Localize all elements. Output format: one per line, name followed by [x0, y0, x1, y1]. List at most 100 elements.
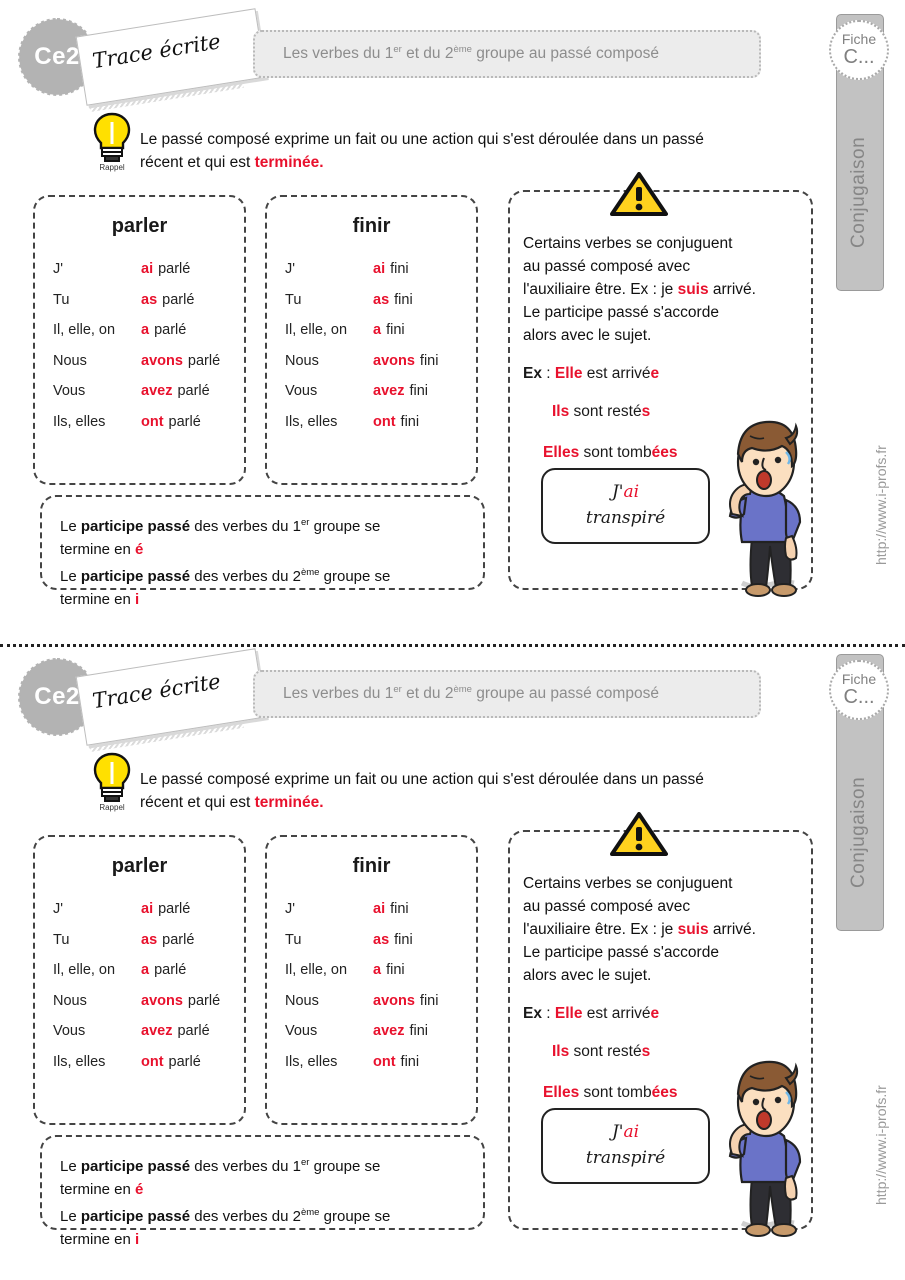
- website-url: http://www.i-profs.fr: [873, 445, 889, 565]
- conjugation-list: J' ai parlé Tu as parlé Il, elle, on a parlé N…: [35, 254, 244, 437]
- participle: parlé: [154, 962, 187, 978]
- conjugation-row: Il, elle, on a fini: [285, 315, 476, 346]
- trace-ecrite-label: Trace écrite: [90, 669, 223, 714]
- auxiliary: ont: [141, 413, 164, 430]
- auxiliary: as: [141, 291, 158, 308]
- participle-rule-text: Le participe passé des verbes du 1er gro…: [60, 1157, 391, 1248]
- pronoun: Vous: [53, 1023, 86, 1039]
- auxiliary: avez: [373, 383, 405, 399]
- pronoun: Ils, elles: [285, 413, 338, 430]
- rappel-line2-highlight: terminée.: [254, 794, 324, 811]
- worksheet-page: Ce2 Trace écrite Les verbes du 1er et du…: [0, 0, 905, 1280]
- rappel-line2-prefix: récent et qui est: [140, 794, 255, 811]
- pronoun: Nous: [53, 352, 87, 369]
- website-url: http://www.i-profs.fr: [873, 1085, 889, 1205]
- page-title: Les verbes du 1er et du 2ème groupe au p…: [283, 44, 659, 63]
- verb-infinitive: finir: [352, 855, 391, 877]
- participle: parlé: [187, 352, 221, 369]
- conjugation-row: Nous avons fini: [285, 346, 476, 377]
- warning-example-3: Elles sont tombées: [543, 1084, 678, 1101]
- conjugation-row: Ils, elles ont fini: [285, 407, 476, 438]
- verb-infinitive: finir: [352, 215, 391, 237]
- pronoun: Tu: [285, 931, 302, 948]
- auxiliary: a: [373, 322, 382, 338]
- conjugation-row: Nous avons parlé: [53, 346, 244, 377]
- verb-table-finir: finir J' ai fini Tu as fini Il, elle, on a fin…: [265, 195, 478, 485]
- page-title: Les verbes du 1er et du 2ème groupe au p…: [283, 684, 659, 703]
- auxiliary: a: [141, 962, 150, 978]
- pronoun: J': [285, 901, 296, 917]
- warning-triangle-icon: [610, 172, 668, 216]
- conjugation-row: Tu as fini: [285, 925, 476, 956]
- participle: parlé: [154, 322, 187, 338]
- fiche-badge: Fiche C...: [829, 20, 889, 80]
- rappel-line1: Le passé composé exprime un fait ou une …: [140, 771, 704, 788]
- pronoun: Tu: [285, 291, 302, 308]
- conjugation-row: Nous avons fini: [285, 986, 476, 1017]
- speech-bubble-line2: transpiré: [585, 1148, 666, 1168]
- participle: fini: [390, 901, 409, 917]
- conjugation-row: J' ai fini: [285, 894, 476, 925]
- fiche-value: C...: [843, 686, 875, 708]
- conjugation-row: J' ai parlé: [53, 254, 244, 285]
- title-bar: Les verbes du 1er et du 2ème groupe au p…: [253, 670, 761, 718]
- participle-rule-text: Le participe passé des verbes du 1er gro…: [60, 517, 391, 608]
- pronoun: J': [285, 261, 296, 277]
- auxiliary: avons: [373, 992, 415, 1009]
- verb-infinitive: parler: [111, 215, 168, 237]
- auxiliary: ai: [141, 901, 154, 917]
- rappel-text: Le passé composé exprime un fait ou une …: [140, 768, 812, 814]
- conjugation-row: Ils, elles ont parlé: [53, 407, 244, 438]
- conjugation-row: Vous avez fini: [285, 376, 476, 407]
- conjugation-row: Il, elle, on a fini: [285, 955, 476, 986]
- pronoun: Tu: [53, 291, 70, 308]
- participle-rule-box: Le participe passé des verbes du 1er gro…: [40, 495, 485, 608]
- participle: fini: [400, 1053, 420, 1070]
- auxiliary: avez: [373, 1023, 405, 1039]
- subject-tab-label: Conjugaison: [848, 136, 869, 249]
- warning-example-1: Ex : Elle est arrivée: [523, 1005, 660, 1022]
- participle: parlé: [162, 291, 195, 308]
- speech-bubble-line1: J'ai: [611, 1122, 640, 1142]
- participle: fini: [390, 261, 409, 277]
- fiche-badge: Fiche C...: [829, 660, 889, 720]
- conjugation-row: Ils, elles ont fini: [285, 1047, 476, 1078]
- title-bar: Les verbes du 1er et du 2ème groupe au p…: [253, 30, 761, 78]
- participle: fini: [394, 291, 413, 308]
- pronoun: J': [53, 901, 64, 917]
- conjugation-row: Tu as fini: [285, 285, 476, 316]
- rappel-text: Le passé composé exprime un fait ou une …: [140, 128, 812, 174]
- conjugation-row: J' ai parlé: [53, 894, 244, 925]
- auxiliary: a: [141, 322, 150, 338]
- auxiliary: avons: [141, 352, 183, 369]
- participle: parlé: [162, 931, 195, 948]
- warning-example-3: Elles sont tombées: [543, 444, 678, 461]
- participle: fini: [386, 962, 405, 978]
- fiche-value: C...: [843, 46, 875, 68]
- participle: parlé: [187, 992, 221, 1009]
- participle: fini: [394, 931, 413, 948]
- pronoun: Nous: [53, 992, 87, 1009]
- conjugation-row: Il, elle, on a parlé: [53, 315, 244, 346]
- pronoun: Il, elle, on: [53, 322, 116, 338]
- trace-ecrite-card: Trace écrite: [75, 648, 267, 746]
- participle: fini: [419, 992, 439, 1009]
- pronoun: Ils, elles: [285, 1053, 338, 1070]
- auxiliary: as: [141, 931, 158, 948]
- boy-illustration: [700, 1058, 820, 1238]
- auxiliary: avez: [141, 383, 173, 399]
- conjugation-row: Vous avez parlé: [53, 1016, 244, 1047]
- participle: fini: [409, 1023, 428, 1039]
- pronoun: Il, elle, on: [53, 962, 116, 978]
- pronoun: J': [53, 261, 64, 277]
- pronoun: Vous: [285, 383, 318, 399]
- conjugation-row: Nous avons parlé: [53, 986, 244, 1017]
- auxiliary: a: [373, 962, 382, 978]
- participle: fini: [419, 352, 439, 369]
- warning-example-2: Ils sont restés: [552, 1043, 651, 1060]
- warning-text: Certains verbes se conjuguent au passé c…: [523, 235, 756, 344]
- worksheet-copy-top: Ce2 Trace écrite Les verbes du 1er et du…: [0, 0, 905, 640]
- participle: parlé: [177, 383, 210, 399]
- speech-bubble-line2: transpiré: [585, 508, 666, 528]
- auxiliary: avons: [373, 352, 415, 369]
